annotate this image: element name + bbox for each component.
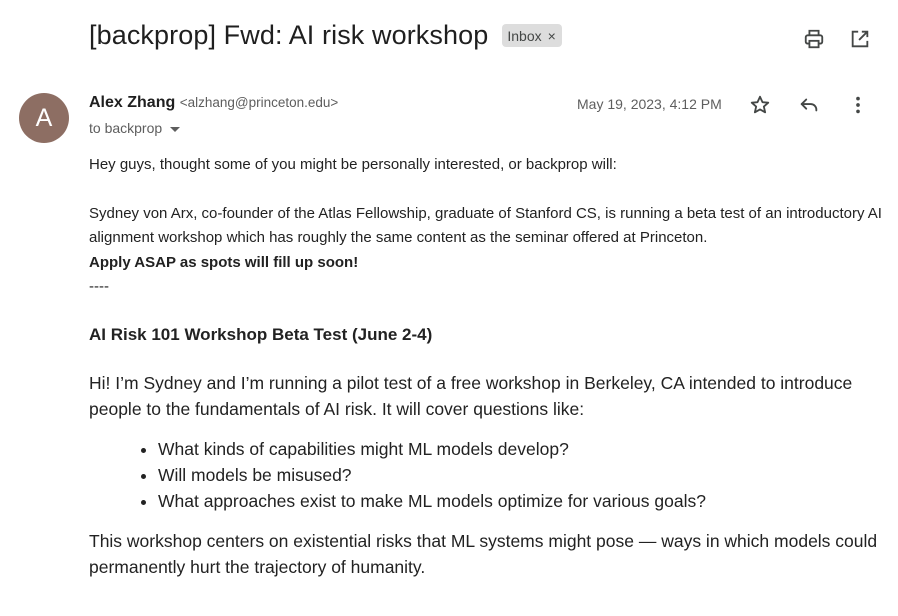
separator: ---- [89, 278, 109, 295]
email-subject: [backprop] Fwd: AI risk workshop [89, 20, 489, 50]
inbox-label-chip[interactable]: Inbox × [502, 24, 562, 47]
email-view: [backprop] Fwd: AI risk workshop Inbox ×… [0, 0, 898, 616]
remove-label-button[interactable]: × [548, 28, 556, 44]
greeting-paragraph: Hey guys, thought some of you might be p… [89, 156, 617, 173]
label-text: Inbox [507, 27, 542, 44]
questions-list: What kinds of capabilities might ML mode… [89, 436, 889, 514]
outro-paragraph: This workshop centers on existential ris… [89, 531, 878, 577]
open-in-new-window-icon[interactable] [848, 27, 872, 51]
message-actions [748, 93, 870, 117]
recipients-toggle[interactable]: to backprop [89, 120, 181, 136]
chevron-down-icon[interactable] [170, 126, 181, 132]
print-icon[interactable] [802, 27, 826, 51]
intro-paragraph: Hi! I’m Sydney and I’m running a pilot t… [89, 373, 853, 419]
list-item: What kinds of capabilities might ML mode… [158, 436, 889, 462]
email-body: Hey guys, thought some of you might be p… [89, 153, 889, 580]
top-toolbar [802, 27, 872, 51]
email-date: May 19, 2023, 4:12 PM [577, 96, 722, 112]
sender-name[interactable]: Alex Zhang [89, 94, 175, 111]
list-item: Will models be misused? [158, 462, 889, 488]
star-icon[interactable] [748, 93, 772, 117]
list-item: What approaches exist to make ML models … [158, 488, 889, 514]
sender-row: Alex Zhang <alzhang@princeton.edu> [89, 94, 338, 112]
sender-email: <alzhang@princeton.edu> [179, 95, 339, 110]
more-vertical-icon[interactable] [846, 93, 870, 117]
forward-note: Sydney von Arx, co-founder of the Atlas … [89, 204, 882, 247]
workshop-title: AI Risk 101 Workshop Beta Test (June 2-4… [89, 325, 433, 344]
reply-icon[interactable] [797, 93, 821, 117]
apply-note: Apply ASAP as spots will fill up soon! [89, 253, 359, 271]
subject-row: [backprop] Fwd: AI risk workshop Inbox × [89, 20, 562, 51]
avatar[interactable]: A [19, 93, 69, 143]
recipients-text: to backprop [89, 120, 163, 136]
